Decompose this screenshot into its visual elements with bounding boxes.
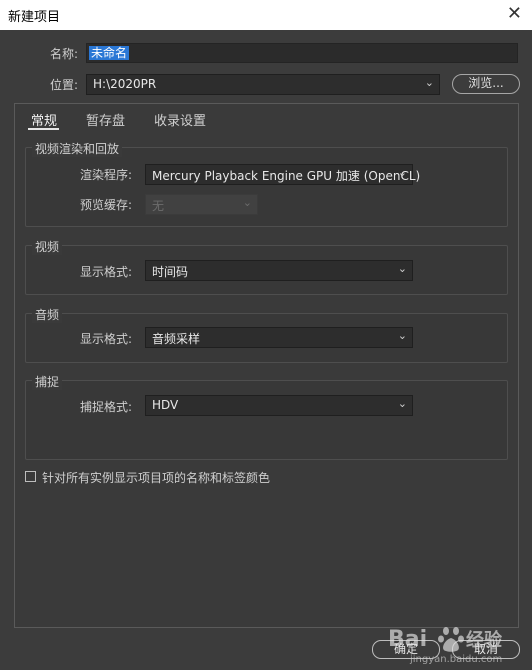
preview-cache-dropdown: 无 ⌄ (145, 194, 258, 215)
audio-format-label: 显示格式: (80, 332, 133, 346)
renderer-value: Mercury Playback Engine GPU 加速 (OpenCL) (152, 169, 421, 183)
audio-group-title: 音频 (32, 306, 63, 323)
video-format-label: 显示格式: (80, 265, 133, 279)
chevron-down-icon: ⌄ (397, 397, 407, 410)
render-group-title: 视频渲染和回放 (32, 140, 123, 157)
show-label-colors-label: 针对所有实例显示项目项的名称和标签颜色 (42, 471, 271, 485)
tab-general[interactable]: 常规 (31, 110, 57, 129)
capture-format-dropdown[interactable]: HDV ⌄ (145, 395, 413, 416)
svg-text:Bai: Bai (388, 627, 427, 652)
chevron-down-icon: ⌄ (242, 196, 252, 209)
audio-format-dropdown[interactable]: 音频采样 ⌄ (145, 327, 413, 348)
tab-scratch-disks[interactable]: 暂存盘 (86, 110, 125, 129)
chevron-down-icon: ⌄ (397, 166, 407, 179)
capture-group-title: 捕捉 (32, 373, 63, 390)
project-name-input[interactable]: 未命名 (86, 43, 518, 63)
capture-format-value: HDV (152, 398, 179, 412)
title-bar: 新建项目 ✕ (0, 0, 532, 30)
chevron-down-icon: ⌄ (424, 76, 434, 89)
active-tab-indicator (28, 128, 59, 130)
capture-group (25, 380, 508, 460)
show-label-colors-checkbox[interactable] (25, 471, 36, 482)
renderer-dropdown[interactable]: Mercury Playback Engine GPU 加速 (OpenCL) … (145, 164, 420, 185)
video-format-value: 时间码 (152, 265, 189, 279)
render-playback-group (25, 147, 508, 227)
renderer-label: 渲染程序: (80, 168, 133, 182)
tab-ingest-settings[interactable]: 收录设置 (154, 110, 206, 129)
project-name-value: 未命名 (89, 46, 130, 60)
chevron-down-icon: ⌄ (397, 262, 407, 275)
audio-format-value: 音频采样 (152, 332, 201, 346)
close-icon[interactable]: ✕ (507, 3, 522, 24)
preview-cache-value: 无 (152, 199, 165, 213)
chevron-down-icon: ⌄ (397, 329, 407, 342)
preview-cache-label: 预览缓存: (80, 198, 133, 212)
browse-button[interactable]: 浏览... (452, 74, 520, 94)
baidu-watermark-logo: Bai 经验 jingyan.baidu.com (388, 627, 503, 665)
location-value: H:\2020PR (93, 77, 157, 91)
svg-text:jingyan.baidu.com: jingyan.baidu.com (409, 654, 502, 665)
video-group-title: 视频 (32, 238, 63, 255)
location-label: 位置: (50, 78, 79, 92)
name-label: 名称: (50, 47, 79, 61)
window-title: 新建项目 (8, 10, 61, 25)
capture-format-label: 捕捉格式: (80, 400, 133, 414)
svg-text:经验: 经验 (466, 629, 503, 651)
video-format-dropdown[interactable]: 时间码 ⌄ (145, 260, 413, 281)
location-dropdown[interactable]: H:\2020PR ⌄ (86, 74, 440, 95)
